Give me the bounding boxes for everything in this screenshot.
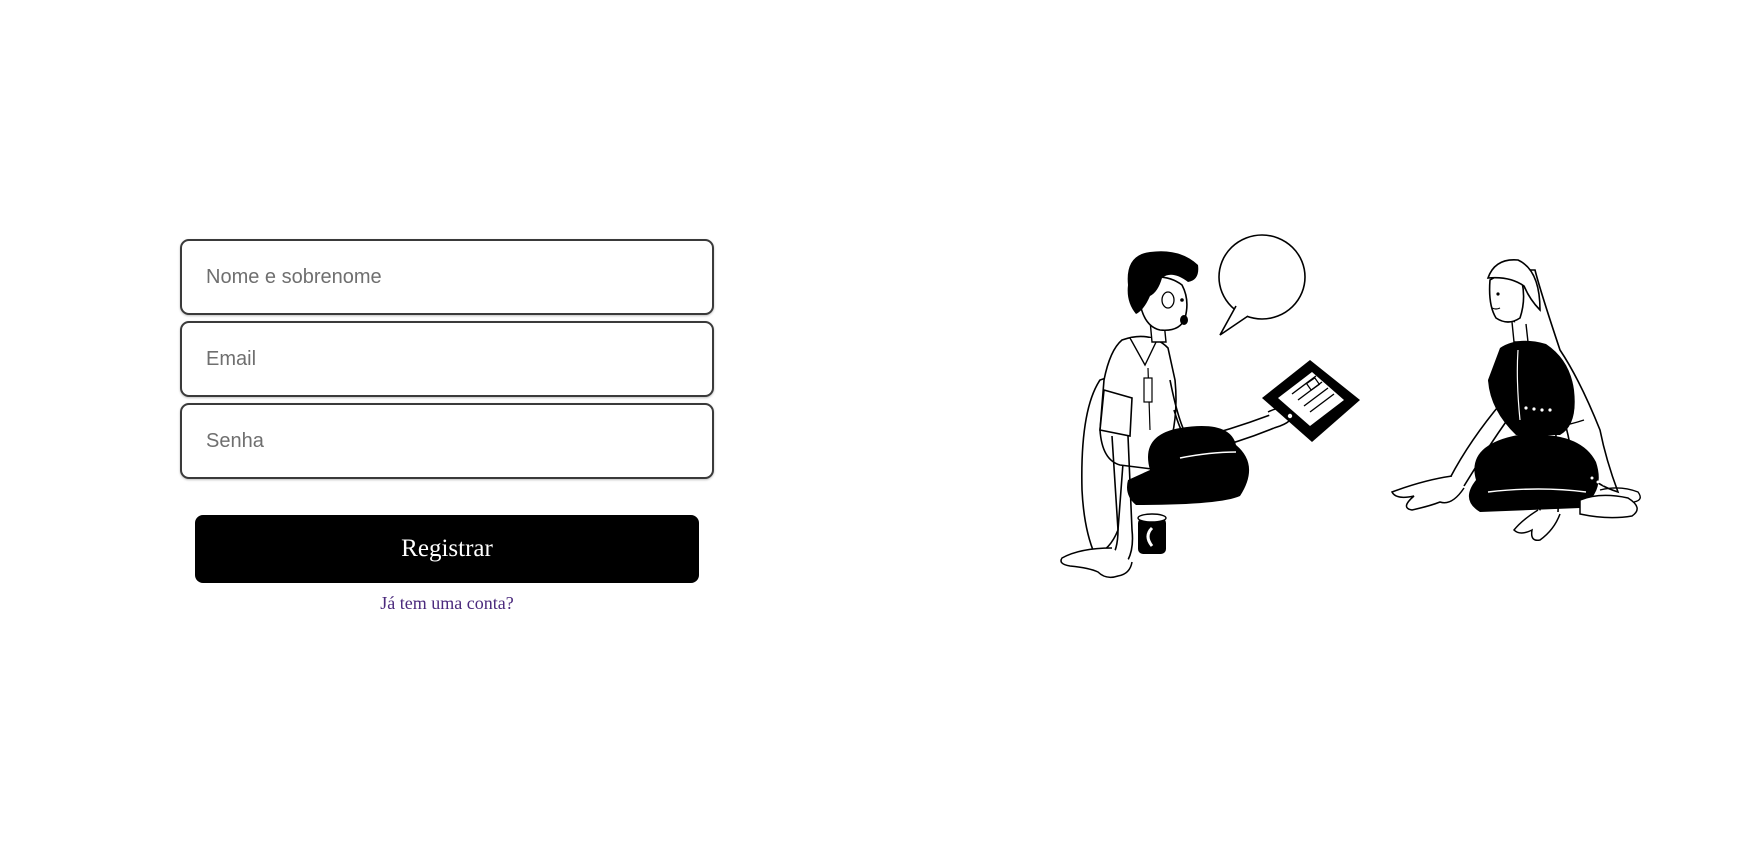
two-people-talking-illustration	[1060, 234, 1641, 579]
register-page: Registrar Já tem uma conta?	[0, 0, 1755, 842]
password-input[interactable]	[180, 403, 714, 479]
register-button[interactable]: Registrar	[195, 515, 699, 583]
login-link[interactable]: Já tem uma conta?	[180, 593, 714, 614]
woman-figure	[1390, 259, 1641, 542]
name-input[interactable]	[180, 239, 714, 315]
tablet-icon	[1262, 360, 1360, 442]
email-input[interactable]	[180, 321, 714, 397]
speech-bubble-icon	[1218, 234, 1306, 336]
register-form: Registrar Já tem uma conta?	[180, 239, 714, 614]
